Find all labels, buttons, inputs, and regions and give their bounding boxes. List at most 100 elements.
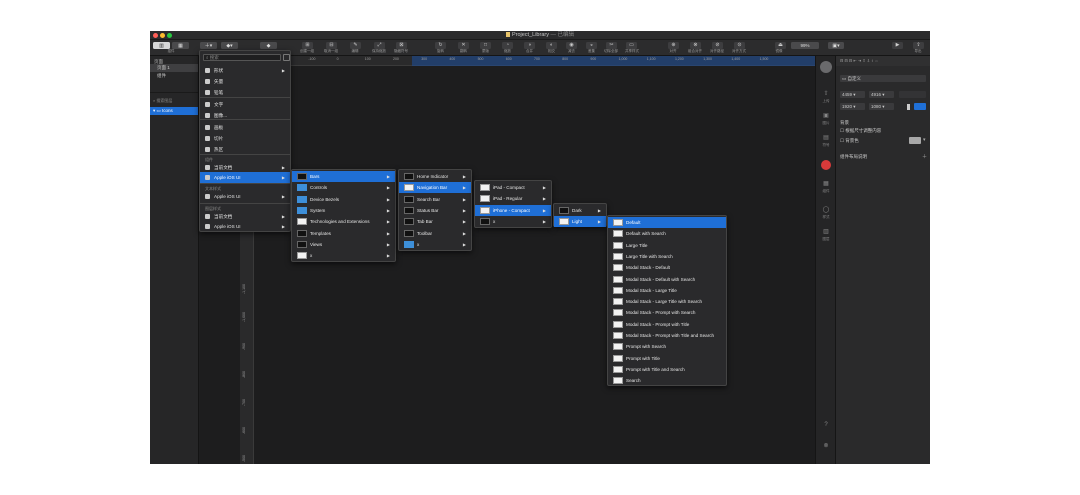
symbol-variant-item[interactable]: Default [608, 217, 726, 228]
rotate-field[interactable] [899, 91, 926, 98]
insert-item[interactable]: 画板 [200, 122, 290, 133]
symbol-variant-item[interactable]: Default with Search [608, 228, 726, 239]
upload-icon[interactable]: ⇧ [821, 90, 831, 98]
symbol-variant-item[interactable]: Prompt with Title and Search [608, 364, 726, 375]
symbol-variant-item[interactable]: Search [608, 375, 726, 386]
mask-icon[interactable]: □ [480, 42, 491, 49]
edit-icon[interactable]: ✎ [350, 42, 361, 49]
avatar[interactable] [820, 61, 832, 73]
export-icon[interactable]: ⇪ [913, 42, 924, 49]
insert-item[interactable]: 矢量 [200, 76, 290, 87]
width-field[interactable]: 4459 ▾ [840, 91, 865, 98]
grid-view-button[interactable]: ▦ [172, 42, 189, 49]
symbol-button[interactable]: ◆▾ [221, 42, 238, 49]
text-style-item[interactable]: Apple iOS UI ▶ [200, 191, 290, 202]
resize-content-checkbox[interactable]: ☐ 根据尺寸调整内容 [840, 128, 881, 134]
y-field[interactable]: 1080 ▾ [869, 103, 894, 110]
bar-type-item[interactable]: Status Bar ▶ [399, 205, 471, 216]
layer-item-icons[interactable]: ▾ ▭ Icons [150, 107, 198, 115]
settings-icon[interactable]: ⊗ [821, 442, 831, 450]
symbol-variant-item[interactable]: Modal Stack - Large Title with Search [608, 296, 726, 307]
x-field[interactable]: 1920 ▾ [840, 103, 865, 110]
symbol-variant-item[interactable]: Large Title with Search [608, 251, 726, 262]
device-item[interactable]: iPhone - Compact ▶ [475, 204, 551, 216]
image-icon[interactable]: ▣ [821, 112, 831, 120]
category-item[interactable]: Bars ▶ [292, 171, 395, 182]
hide-symbol-icon[interactable]: ⊠ [396, 42, 407, 49]
appearance-item[interactable]: Light ▶ [554, 216, 606, 227]
group-icon[interactable]: ⊞ [302, 42, 313, 49]
bar-type-item[interactable]: x ▶ [399, 239, 471, 250]
symbol-variant-item[interactable]: Modal Stack - Large Title [608, 285, 726, 296]
sidebar-toggle-button[interactable]: ▥ [153, 42, 170, 49]
flip-icon[interactable]: ✕ [458, 42, 469, 49]
shared-style-icon[interactable]: ▭ [626, 42, 637, 49]
zoom-field[interactable]: 99% [791, 42, 819, 49]
landscape-button[interactable] [914, 103, 926, 110]
align-mode-icon[interactable]: ⊙ [734, 42, 745, 49]
symbol-variant-item[interactable]: Modal Stack - Prompt with Title and Sear… [608, 330, 726, 341]
device-item[interactable]: iPad - Compact ▶ [475, 182, 551, 193]
bar-type-item[interactable]: Home Indicator ▶ [399, 171, 471, 182]
view-button[interactable]: ▣▾ [828, 42, 844, 49]
add-icon[interactable]: ＋ [922, 153, 927, 160]
bar-type-item[interactable]: Navigation Bar ▶ [399, 182, 471, 194]
component-icon[interactable]: ▦ [821, 180, 831, 188]
page-item-1[interactable]: 页面 1 [150, 64, 198, 72]
insert-item[interactable]: 文字 [200, 99, 290, 110]
scale-icon[interactable]: ⤢ [374, 42, 385, 49]
device-item[interactable]: x ▶ [475, 216, 551, 227]
symbol-variant-item[interactable]: Modal Stack - Default with Search [608, 274, 726, 285]
symbol-variant-item[interactable]: Modal Stack - Default [608, 262, 726, 273]
scale-tool-icon[interactable]: ◔ [502, 42, 513, 49]
preview-icon[interactable]: ▶ [892, 42, 903, 49]
ungroup-icon[interactable]: ⊟ [326, 42, 337, 49]
difference-icon[interactable]: ◒ [586, 42, 597, 49]
category-item[interactable]: Device Bezels ▶ [292, 194, 395, 205]
bar-type-item[interactable]: Toolbar ▶ [399, 228, 471, 239]
symbol-variant-item[interactable]: Large Title [608, 240, 726, 251]
layer-style-item[interactable]: Apple iOS UI ▶ [200, 221, 290, 232]
symbol-variant-item[interactable]: Modal Stack - Prompt with Title [608, 319, 726, 330]
bar-type-item[interactable]: Search Bar ▶ [399, 194, 471, 205]
portrait-icon[interactable] [907, 104, 910, 110]
height-field[interactable]: 4916 ▾ [869, 91, 894, 98]
style-icon[interactable]: ◯ [821, 206, 831, 214]
rotate-icon[interactable]: ↻ [435, 42, 446, 49]
insert-item[interactable]: 切片 [200, 133, 290, 144]
layer-search-input[interactable]: ⌕ 搜索图层 [150, 97, 198, 105]
intersect-icon[interactable]: ◐ [546, 42, 557, 49]
category-item[interactable]: Templates ▶ [292, 228, 395, 239]
inspector-align-icons[interactable]: ⊟ ⊟ ⊟ ⇤ ⇥ ⇧ ⇩ ↕ ⇔ [840, 58, 878, 63]
device-item[interactable]: iPad - Regular ▶ [475, 193, 551, 204]
symbol-variant-item[interactable]: Modal Stack - Prompt with Search [608, 307, 726, 318]
category-item[interactable]: Controls ▶ [292, 182, 395, 193]
background-color-swatch[interactable] [909, 137, 921, 144]
category-item[interactable]: Technologies and Extensions ▶ [292, 216, 395, 227]
insert-item[interactable]: 形状 ▶ [200, 65, 290, 76]
align-icon[interactable]: ⊕ [668, 42, 679, 49]
page-item-components[interactable]: 组件 [150, 72, 198, 80]
union-icon[interactable]: ◑ [524, 42, 535, 49]
background-color-checkbox[interactable]: ☐ 背景色 [840, 138, 859, 144]
library-item[interactable]: Apple iOS UI ▶ [200, 171, 290, 183]
mirror-icon[interactable]: ⏏ [775, 42, 786, 49]
menu-search-input[interactable]: ⌕ 搜索 [203, 54, 281, 61]
category-item[interactable]: x ▶ [292, 250, 395, 261]
record-icon[interactable] [821, 160, 831, 170]
preset-select[interactable]: ▭ 自定义 [840, 75, 926, 82]
category-item[interactable]: System ▶ [292, 205, 395, 216]
help-icon[interactable]: ? [821, 422, 831, 430]
group-align-icon[interactable]: ⊗ [690, 42, 701, 49]
appearance-item[interactable]: Dark ▶ [554, 205, 606, 216]
symbol-variant-item[interactable]: Prompt with Title [608, 353, 726, 364]
cut-icon[interactable]: ✂ [606, 42, 617, 49]
path-align-icon[interactable]: ⊘ [712, 42, 723, 49]
symbol-icon[interactable]: ▤ [821, 134, 831, 142]
create-symbol-button[interactable]: ◆ [260, 42, 277, 49]
chevron-down-icon[interactable]: ▾ [923, 137, 926, 143]
symbol-variant-item[interactable]: Prompt with Search [608, 341, 726, 352]
pin-icon[interactable] [283, 54, 290, 61]
layer-icon[interactable]: ▥ [821, 228, 831, 236]
bar-type-item[interactable]: Tab Bar ▶ [399, 216, 471, 227]
